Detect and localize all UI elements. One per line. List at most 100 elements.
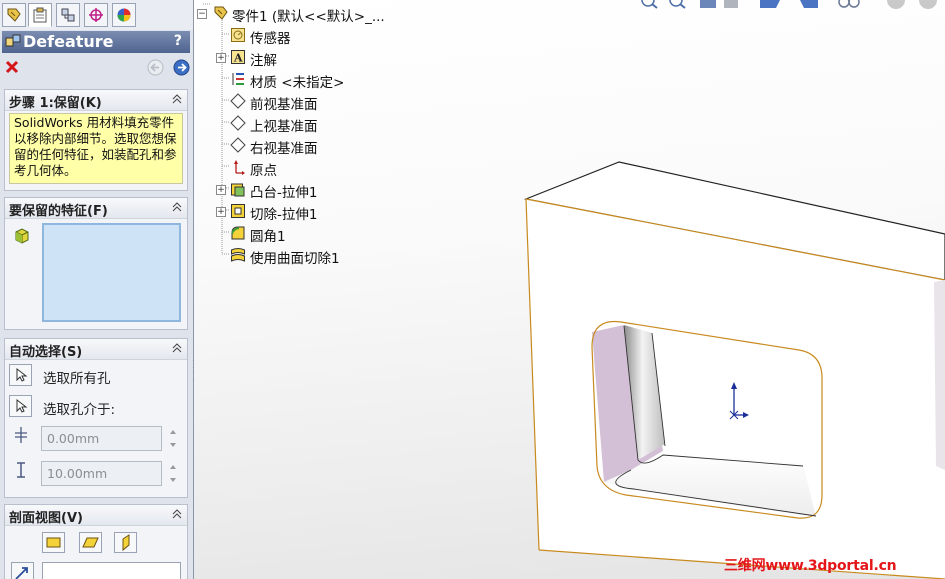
back-arrow-icon[interactable]	[147, 59, 164, 76]
tree-item-sensors[interactable]: 传感器	[216, 26, 446, 47]
max-diameter-icon	[17, 462, 25, 478]
tree-item-label: 传感器	[250, 31, 291, 47]
property-manager-tab[interactable]	[28, 3, 52, 27]
next-arrow-icon[interactable]	[173, 59, 190, 76]
tree-expand-toggle[interactable]: +	[216, 207, 226, 217]
boss-extrude-icon	[231, 183, 245, 197]
section-reference-button[interactable]	[11, 562, 34, 579]
auto-select-header[interactable]: 自动选择(S)	[5, 339, 187, 360]
step-keep-title: 步骤 1:保留(K)	[9, 96, 102, 111]
tree-item-cut-extrude[interactable]: + 切除-拉伸1	[216, 202, 446, 223]
max-hole-size-input[interactable]: 10.00mm	[41, 461, 162, 486]
min-spinner[interactable]	[167, 426, 179, 451]
auto-select-title: 自动选择(S)	[9, 345, 83, 360]
min-diameter-icon	[15, 427, 27, 443]
tree-item-label: 凸台-拉伸1	[250, 185, 318, 201]
tree-item-surface-cut[interactable]: 使用曲面切除1	[216, 246, 446, 267]
features-to-keep-title: 要保留的特征(F)	[9, 204, 108, 219]
section-reference-box[interactable]	[42, 562, 181, 579]
tree-item-fillet[interactable]: 圆角1	[216, 224, 446, 245]
features-to-keep-selection-box[interactable]	[42, 223, 181, 322]
min-hole-size-input[interactable]: 0.00mm	[41, 426, 162, 451]
cut-extrude-icon	[231, 204, 245, 218]
tree-item-label: 圆角1	[250, 229, 286, 245]
features-to-keep-group: 要保留的特征(F)	[4, 197, 188, 330]
tree-root-label: 零件1 (默认<<默认>_...	[232, 9, 385, 25]
collapse-chevron-icon[interactable]	[171, 342, 183, 354]
tree-item-annotations[interactable]: + A 注解	[216, 48, 446, 69]
svg-text:A: A	[233, 52, 243, 65]
tree-item-label: 前视基准面	[250, 97, 318, 113]
collapse-chevron-icon[interactable]	[171, 508, 183, 520]
front-plane-button[interactable]	[42, 532, 65, 553]
dimxpert-crosshair-icon	[89, 8, 103, 22]
feature-cube-icon	[15, 228, 29, 244]
tree-item-label: 原点	[250, 163, 277, 179]
tree-item-label: 上视基准面	[250, 119, 318, 135]
property-manager-title-bar: Defeature ?	[2, 31, 190, 53]
section-view-header[interactable]: 剖面视图(V)	[5, 505, 187, 526]
part-body[interactable]	[523, 161, 945, 579]
step-hint-text: SolidWorks 用材料填充零件以移除内部细节。选取您想保留的任何特征，如装…	[9, 113, 183, 184]
configuration-manager-tab[interactable]	[56, 3, 80, 27]
tree-item-right-plane[interactable]: 右视基准面	[216, 136, 446, 157]
surface-cut-icon	[231, 248, 245, 262]
plane-icon	[230, 115, 246, 131]
plane-icon	[230, 137, 246, 153]
auto-select-group: 自动选择(S) 选取所有孔 选取孔介于: 0.00mm 10.00mm	[4, 338, 188, 498]
tree-collapse-toggle[interactable]: −	[197, 9, 207, 19]
property-manager-panel: Defeature ? 步骤 1:保留(K) SolidWorks 用材料填充零…	[0, 0, 194, 579]
tree-root-part[interactable]: − 零件1 (默认<<默认>_...	[197, 4, 447, 25]
select-holes-between-label: 选取孔介于:	[43, 402, 116, 418]
tree-expand-toggle[interactable]: +	[216, 185, 226, 195]
select-all-holes-label: 选取所有孔	[43, 371, 111, 387]
select-holes-between-button[interactable]	[9, 395, 32, 417]
features-to-keep-header[interactable]: 要保留的特征(F)	[5, 198, 187, 219]
appearance-sphere-icon	[117, 8, 131, 22]
annotation-icon: A	[231, 50, 245, 65]
sensor-icon	[231, 28, 245, 42]
tree-item-boss-extrude[interactable]: + 凸台-拉伸1	[216, 180, 446, 201]
pointer-arrow-icon	[16, 367, 28, 382]
max-spinner[interactable]	[167, 461, 179, 486]
collapse-chevron-icon[interactable]	[171, 201, 183, 213]
part-icon	[214, 6, 228, 20]
fillet-icon	[231, 226, 245, 240]
dimxpert-manager-tab[interactable]	[84, 3, 108, 27]
tree-item-origin[interactable]: 原点	[216, 158, 446, 179]
tree-expand-toggle[interactable]: +	[216, 53, 226, 63]
plane-icon	[230, 93, 246, 109]
tree-item-label: 右视基准面	[250, 141, 318, 157]
right-plane-icon	[122, 534, 130, 552]
display-manager-tab[interactable]	[112, 3, 136, 27]
feature-manager-tree: − 零件1 (默认<<默认>_... 传感器 + A 注解 材质 <未指定> 前…	[194, 0, 454, 270]
right-plane-button[interactable]	[114, 532, 137, 553]
step-keep-group-header[interactable]: 步骤 1:保留(K)	[5, 90, 187, 111]
help-button[interactable]: ?	[174, 33, 182, 49]
top-plane-button[interactable]	[79, 532, 102, 553]
configuration-icon	[61, 8, 75, 22]
defeature-icon	[5, 34, 21, 47]
action-row	[0, 56, 193, 80]
section-view-group: 剖面视图(V)	[4, 504, 188, 579]
tree-item-front-plane[interactable]: 前视基准面	[216, 92, 446, 113]
front-plane-icon	[46, 537, 61, 548]
site-watermark: 三维网www.3dportal.cn	[724, 558, 897, 574]
property-sheet-icon	[33, 7, 47, 23]
tree-item-label: 材质 <未指定>	[250, 75, 345, 91]
tree-item-label: 注解	[250, 53, 277, 69]
property-manager-title: Defeature	[23, 32, 114, 51]
select-all-holes-button[interactable]	[9, 364, 32, 386]
tree-item-label: 切除-拉伸1	[250, 207, 318, 223]
tree-item-label: 使用曲面切除1	[250, 251, 340, 267]
feature-manager-tab[interactable]	[2, 3, 26, 27]
top-plane-icon	[82, 537, 99, 548]
feature-tree-icon	[7, 8, 21, 22]
tree-item-top-plane[interactable]: 上视基准面	[216, 114, 446, 135]
cancel-x-icon[interactable]	[5, 60, 19, 74]
collapse-chevron-icon[interactable]	[171, 93, 183, 105]
tree-item-material[interactable]: 材质 <未指定>	[216, 70, 446, 91]
origin-icon	[234, 160, 245, 175]
graphics-area[interactable]: − 零件1 (默认<<默认>_... 传感器 + A 注解 材质 <未指定> 前…	[194, 0, 945, 579]
step-keep-group: 步骤 1:保留(K) SolidWorks 用材料填充零件以移除内部细节。选取您…	[4, 89, 188, 191]
